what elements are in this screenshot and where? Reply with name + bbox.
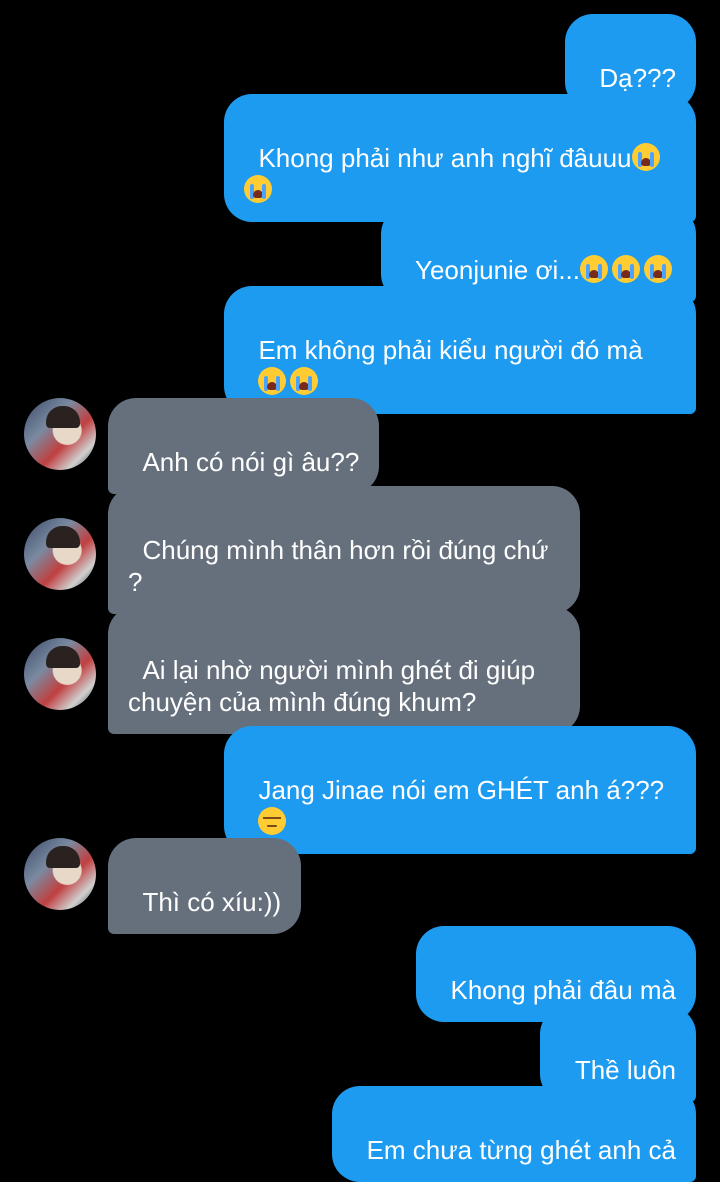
- loudly-crying-face-icon: [244, 175, 272, 203]
- message-text: Khong phải đâu mà: [450, 975, 676, 1005]
- message-text: Yeonjunie ơi...: [415, 255, 580, 285]
- message-text: Chúng mình thân hơn rồi đúng chứ ?: [128, 535, 549, 597]
- outgoing-message[interactable]: Khong phải như anh nghĩ đâuuu: [224, 94, 696, 222]
- incoming-message[interactable]: Anh có nói gì âu??: [108, 398, 380, 494]
- message-text: Dạ???: [599, 63, 676, 93]
- message-text: Thì có xíu:)): [142, 887, 282, 917]
- outgoing-message[interactable]: Jang Jinae nói em GHÉT anh á???: [224, 726, 696, 854]
- message-text: Thề luôn: [574, 1055, 676, 1085]
- loudly-crying-face-icon: [290, 367, 319, 395]
- message-text: Khong phải như anh nghĩ đâuuu: [258, 143, 632, 173]
- incoming-message[interactable]: Chúng mình thân hơn rồi đúng chứ ?: [108, 486, 580, 614]
- contact-avatar[interactable]: [24, 398, 96, 470]
- loudly-crying-face-icon: [580, 255, 608, 283]
- outgoing-message[interactable]: Em chưa từng ghét anh cả: [332, 1086, 696, 1182]
- incoming-message[interactable]: Thì có xíu:)): [108, 838, 302, 934]
- contact-avatar[interactable]: [24, 518, 96, 590]
- loudly-crying-face-icon: [258, 367, 287, 395]
- loudly-crying-face-icon: [631, 143, 660, 171]
- contact-avatar[interactable]: [24, 838, 96, 910]
- message-text: Ai lại nhờ người mình ghét đi giúp chuyệ…: [128, 655, 536, 717]
- message-text: Em không phải kiểu người đó mà: [258, 335, 643, 365]
- message-text: Jang Jinae nói em GHÉT anh á???: [258, 775, 665, 805]
- contact-avatar[interactable]: [24, 638, 96, 710]
- message-text: Anh có nói gì âu??: [142, 447, 360, 477]
- message-text: Em chưa từng ghét anh cả: [366, 1135, 676, 1165]
- loudly-crying-face-icon: [612, 255, 640, 283]
- outgoing-message[interactable]: Em không phải kiểu người đó mà: [224, 286, 696, 414]
- pensive-face-icon: [258, 807, 287, 835]
- incoming-message[interactable]: Ai lại nhờ người mình ghét đi giúp chuyệ…: [108, 606, 580, 734]
- loudly-crying-face-icon: [644, 255, 672, 283]
